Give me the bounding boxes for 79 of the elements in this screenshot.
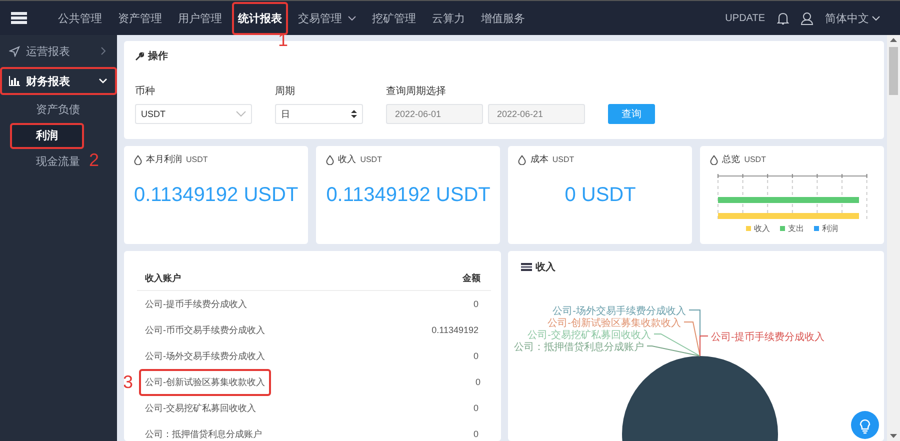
- nav-item[interactable]: 增值服务: [475, 2, 531, 34]
- account-cell-text: 公司：抵押借贷利息分成账户: [144, 428, 263, 440]
- slice-label: 公司-交易挖矿私募回收收入: [527, 330, 650, 341]
- sidebar-subitem[interactable]: 现金流量: [10, 149, 84, 175]
- sidebar-subitem[interactable]: 利润: [10, 123, 84, 149]
- nav-item[interactable]: 统计报表: [232, 2, 288, 34]
- amount-cell-text: 0.11349192: [430, 324, 480, 337]
- nav-item[interactable]: 云算力: [426, 2, 471, 34]
- card-title: 本月利润: [146, 153, 182, 166]
- nav-item[interactable]: 交易管理: [292, 2, 362, 34]
- chevron-down-icon: [872, 16, 880, 20]
- nav-item[interactable]: 挖矿管理: [366, 2, 422, 34]
- slice-label: 公司-创新试验区募集收款收入: [547, 318, 680, 329]
- sidebar-item[interactable]: 运营报表: [0, 37, 117, 65]
- bar-chart-icon: [9, 76, 20, 86]
- currency-select[interactable]: USDT: [135, 104, 252, 124]
- card-unit: USDT: [186, 155, 208, 164]
- account-cell-text: 公司-交易挖矿私募回收收入: [144, 402, 257, 414]
- slice-label: 公司-场外交易手续费分成收入: [552, 306, 686, 317]
- menu-logo-icon[interactable]: [11, 12, 27, 24]
- stat-value: 0 USDT: [564, 184, 637, 207]
- drop-icon: [518, 154, 526, 164]
- paper-plane-icon: [9, 46, 20, 56]
- update-link[interactable]: UPDATE: [725, 12, 765, 24]
- drop-icon: [134, 154, 142, 164]
- language-dropdown[interactable]: 简体中文: [825, 10, 880, 26]
- callout-number: 2: [89, 151, 100, 169]
- legend-label[interactable]: 收入: [754, 223, 770, 234]
- drop-icon: [326, 154, 334, 164]
- bell-icon[interactable]: [777, 12, 789, 24]
- card-unit: USDT: [360, 155, 382, 164]
- end-date-field[interactable]: 2022-06-21: [488, 104, 585, 124]
- account-cell: 公司-创新试验区募集收款收入: [139, 368, 271, 396]
- wrench-icon: [135, 52, 144, 60]
- chevron-down-icon: [236, 111, 246, 117]
- card-unit: USDT: [744, 155, 766, 164]
- legend-label[interactable]: 利润: [822, 223, 838, 234]
- account-cell-text: 公司-场外交易手续费分成收入: [144, 350, 266, 362]
- panel-title: 收入: [536, 260, 556, 274]
- amount-cell-text: 0: [472, 402, 480, 415]
- card-unit: USDT: [552, 155, 574, 164]
- account-cell-text: 公司-提币手续费分成收入: [144, 298, 248, 310]
- sidebar-subitem[interactable]: 资产负债: [10, 97, 84, 123]
- scroll-thumb[interactable]: [889, 47, 898, 95]
- card-title: 总览: [722, 153, 740, 166]
- sidebar-item[interactable]: 财务报表: [0, 67, 117, 95]
- scroll-down-icon[interactable]: [890, 434, 897, 438]
- nav-item[interactable]: 用户管理: [172, 2, 228, 34]
- amount-cell-text: 0: [474, 376, 482, 389]
- nav-item[interactable]: 公共管理: [52, 2, 108, 34]
- field-label: 币种: [135, 84, 156, 98]
- amount-cell-text: 0: [472, 350, 480, 363]
- nav-item[interactable]: 资产管理: [112, 2, 168, 34]
- field-label: 周期: [275, 84, 296, 98]
- column-header: 金额: [462, 272, 480, 284]
- stat-value: 0.11349192 USDT: [134, 184, 298, 207]
- slice-label: 公司：抵押借贷利息分成账户: [514, 342, 644, 353]
- stat-value: 0.11349192 USDT: [326, 184, 490, 207]
- amount-cell-text: 0: [472, 298, 480, 311]
- legend-label[interactable]: 支出: [788, 223, 804, 234]
- lightbulb-button[interactable]: [851, 411, 879, 439]
- chevron-down-icon: [348, 16, 356, 20]
- list-icon: [520, 263, 532, 271]
- callout-number: 3: [124, 373, 134, 391]
- scroll-up-icon[interactable]: [890, 38, 897, 42]
- account-cell-text: 公司-币币交易手续费分成收入: [144, 324, 266, 336]
- field-label: 查询周期选择: [386, 84, 447, 98]
- card-title: 收入: [338, 153, 356, 166]
- scrollbar[interactable]: [887, 35, 900, 441]
- sort-arrows-icon: [351, 110, 357, 118]
- slice-label: 公司-提币手续费分成收入: [710, 332, 824, 343]
- start-date-field[interactable]: 2022-06-01: [386, 104, 483, 124]
- drop-icon: [710, 154, 718, 164]
- card-title: 成本: [530, 153, 548, 166]
- period-select[interactable]: 日: [275, 104, 363, 124]
- panel-title: 操作: [148, 50, 168, 63]
- user-icon[interactable]: [801, 12, 813, 24]
- column-header: 收入账户: [145, 272, 181, 284]
- amount-cell-text: 0: [472, 428, 480, 441]
